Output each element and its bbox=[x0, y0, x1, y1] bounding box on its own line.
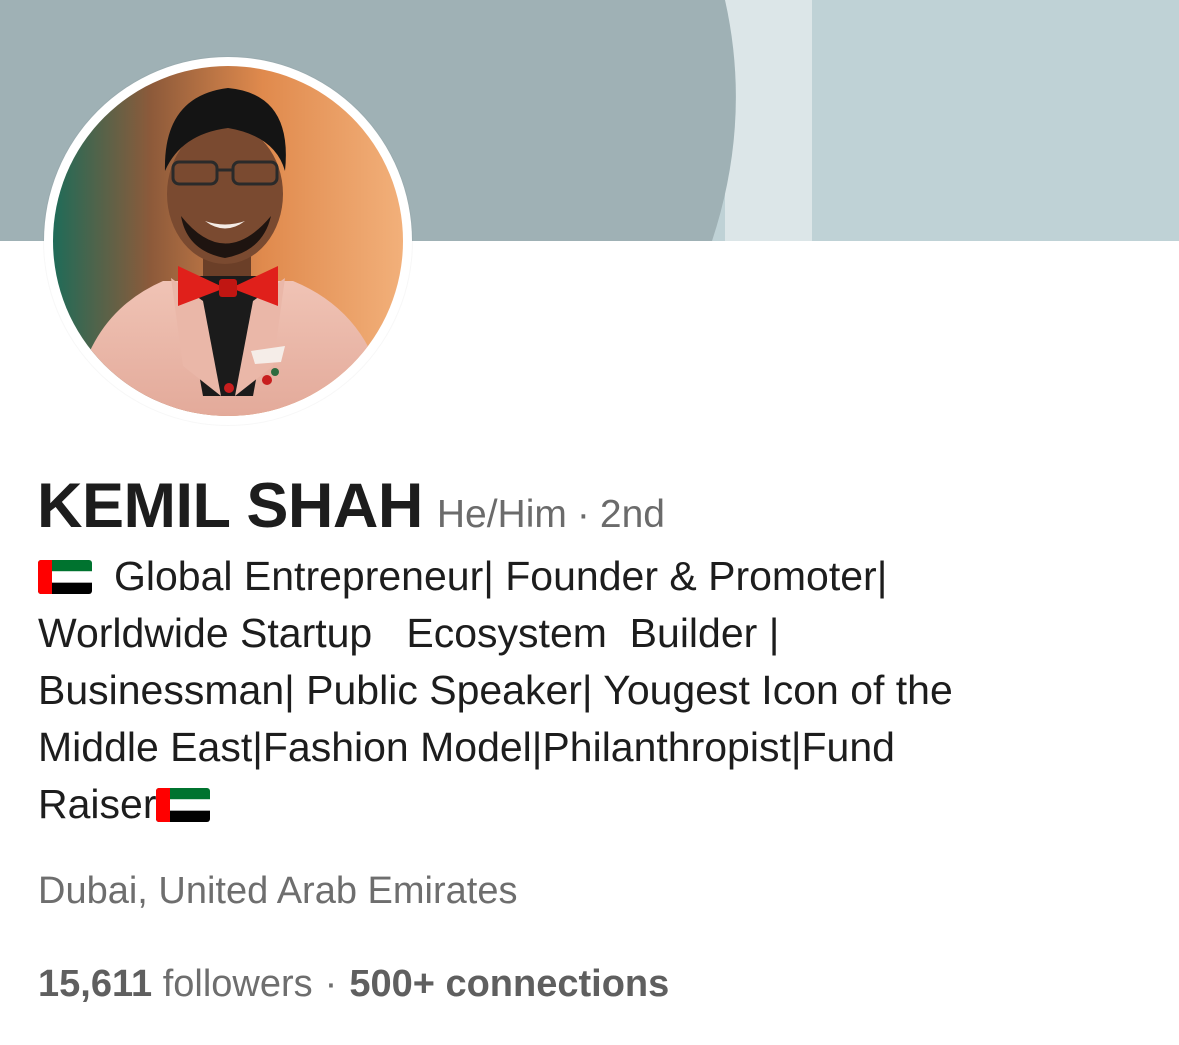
connection-degree: 2nd bbox=[599, 493, 665, 536]
headline-line-4: Middle East|Fashion Model|Philanthropist… bbox=[38, 724, 895, 770]
connections-link[interactable]: 500+ connections bbox=[349, 963, 669, 1005]
headline-line-3: Businessman| Public Speaker| Yougest Ico… bbox=[38, 667, 953, 713]
headline-line-2: Worldwide Startup Ecosystem Builder | bbox=[38, 610, 780, 656]
profile-stats: 15,611 followers · 500+ connections bbox=[38, 963, 669, 1006]
degree-separator: · bbox=[576, 493, 590, 536]
profile-headline: Global Entrepreneur| Founder & Promoter|… bbox=[38, 548, 1148, 833]
stats-separator: · bbox=[324, 963, 338, 1005]
profile-location: Dubai, United Arab Emirates bbox=[38, 870, 518, 912]
uae-flag-icon bbox=[38, 560, 92, 594]
profile-photo-frame[interactable] bbox=[44, 57, 412, 425]
headline-line-1: Global Entrepreneur| Founder & Promoter| bbox=[114, 553, 888, 599]
pronouns: He/Him bbox=[436, 493, 567, 536]
followers-count[interactable]: 15,611 bbox=[38, 963, 152, 1005]
headline-line-5: Raiser bbox=[38, 781, 157, 827]
followers-label[interactable]: followers bbox=[163, 963, 313, 1005]
profile-photo[interactable] bbox=[53, 66, 403, 416]
uae-flag-icon bbox=[156, 788, 211, 822]
profile-name: KEMIL SHAH bbox=[37, 471, 423, 541]
name-row: KEMIL SHAH He/Him · 2nd bbox=[37, 470, 665, 542]
